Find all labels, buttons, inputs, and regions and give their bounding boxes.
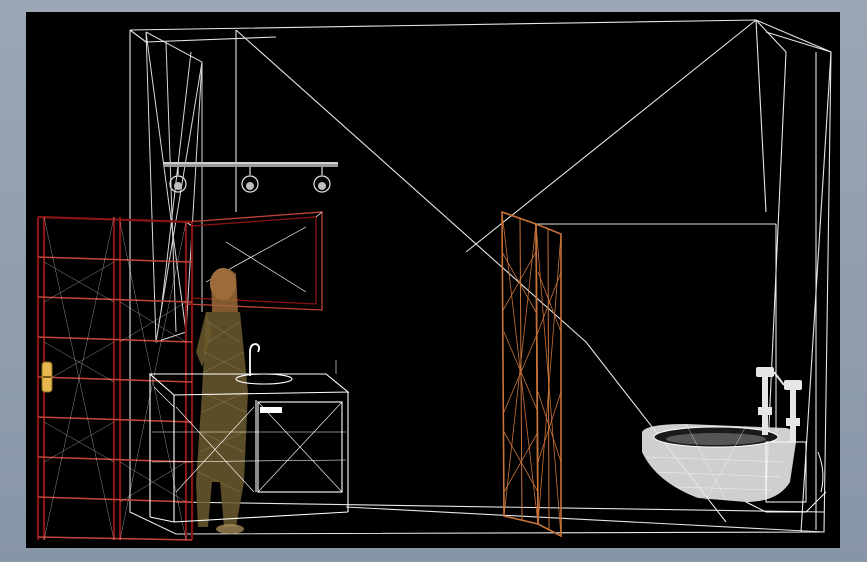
track-light-icon <box>164 162 338 193</box>
partition-screen-icon <box>501 210 562 538</box>
human-figure-icon <box>196 268 248 534</box>
vanity-sink-icon <box>148 343 350 523</box>
column-wireframe-icon <box>145 31 203 343</box>
cad-viewport[interactable] <box>26 12 840 548</box>
wireframe-scene <box>36 19 832 541</box>
mirror-icon <box>185 211 323 311</box>
wall-toilet-icon <box>642 423 827 513</box>
